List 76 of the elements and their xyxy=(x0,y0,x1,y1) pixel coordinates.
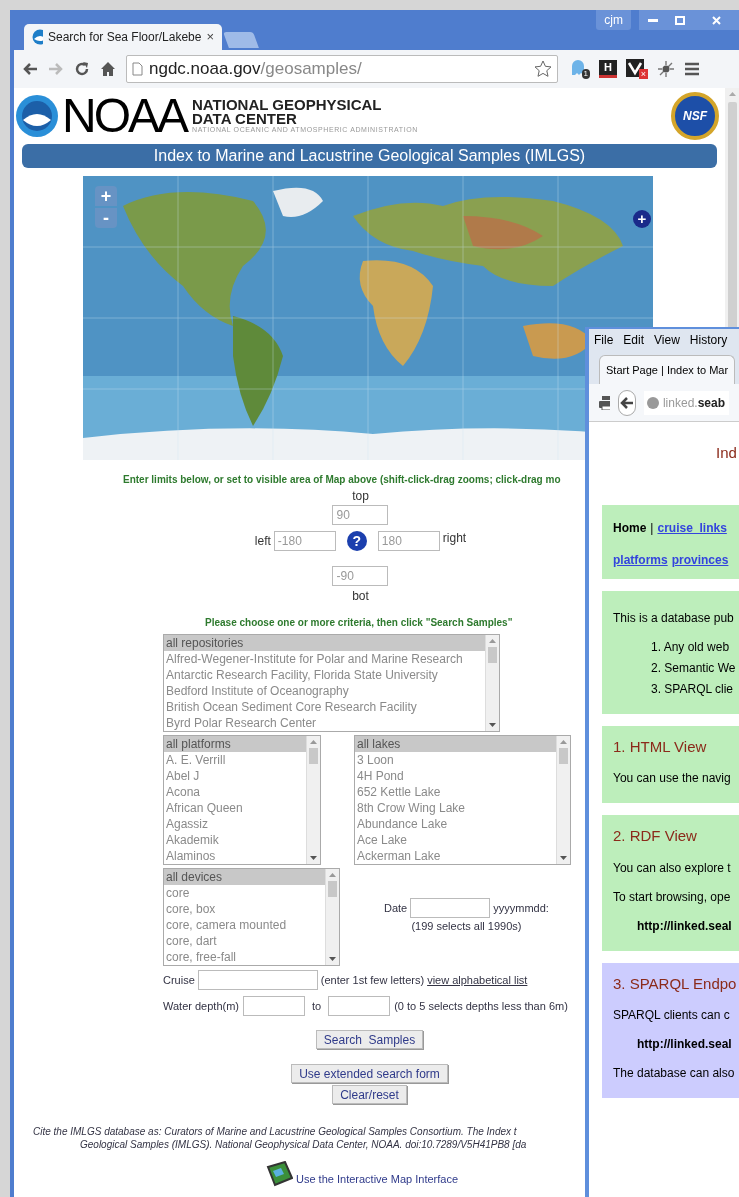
separator: | xyxy=(650,519,654,537)
browser-tab[interactable]: Search for Sea Floor/Lakebe × xyxy=(24,24,222,50)
address-bar[interactable]: linked.seab xyxy=(643,390,729,415)
citation-text: Cite the IMLGS database as: Curators of Marine and Lacustrine Geological Samples Consortium. The Index t Geological Samples (IMLGS). National Geophysical Data Center, NOAA. doi:10.7289/V5H41PB8 [da xyxy=(33,1125,528,1151)
search-button[interactable]: Search Samples xyxy=(315,1030,424,1049)
section-text: To start browsing, ope xyxy=(613,888,732,906)
extension-icon[interactable]: H xyxy=(599,60,617,78)
reset-button[interactable]: Clear/reset xyxy=(332,1085,407,1104)
section-text: SPARQL clients can c xyxy=(613,1007,731,1024)
section-text: You can also explore t xyxy=(613,859,732,877)
help-icon[interactable]: ? xyxy=(346,531,367,551)
url-text: linked.seab xyxy=(662,394,725,412)
nsf-seal: NSF xyxy=(671,92,719,140)
section-text: The database can also xyxy=(613,1065,736,1082)
water-depth-label: Water depth(m) xyxy=(163,998,239,1014)
org-name: DATA CENTER xyxy=(192,112,298,126)
bbox-hint: Enter limits below, or set to visible area of Map above (shift-click-drag zooms; click-drag mo xyxy=(123,473,561,487)
to-label: to xyxy=(312,998,322,1014)
nav-link[interactable]: provinces xyxy=(671,550,729,569)
menu-item[interactable]: Edit xyxy=(623,331,645,349)
menu-item[interactable]: File xyxy=(594,331,614,349)
right-label: right xyxy=(442,530,467,547)
list-item: 2. Semantic We xyxy=(651,659,737,677)
date-hint: (199 selects all 1990s) xyxy=(411,919,522,934)
water-depth-hint: (0 to 5 selects depths less than 6m) xyxy=(394,998,568,1014)
zoom-in-button[interactable]: + xyxy=(95,186,117,206)
nav-link[interactable]: platforms xyxy=(613,550,668,569)
section-heading: 2. RDF View xyxy=(613,826,698,846)
badge: 1 xyxy=(581,69,590,79)
interactive-map-link[interactable]: Use the Interactive Map Interface xyxy=(296,1170,459,1187)
section-heading: 1. HTML View xyxy=(613,736,708,757)
home-label: Home xyxy=(613,519,647,537)
list-item: 1. Any old web xyxy=(651,638,731,656)
criteria-hint: Please choose one or more criteria, then click "Search Samples" xyxy=(205,616,513,630)
tab-close[interactable]: × xyxy=(206,27,214,47)
endpoint-url: http://linked.seal xyxy=(637,917,733,935)
date-label: Date xyxy=(384,900,408,916)
nav-link[interactable]: cruise_links xyxy=(657,518,727,537)
list-item: 3. SPARQL clie xyxy=(651,680,735,698)
list-option[interactable]: all repositories xyxy=(164,635,485,651)
list-option[interactable]: all platforms xyxy=(164,736,306,752)
address-bar[interactable]: ngdc.noaa.gov/geosamples/ xyxy=(126,55,558,83)
cruise-hint: (enter 1st few letters) xyxy=(320,972,425,988)
date-format: yyyymmdd: xyxy=(493,900,549,916)
badge: × xyxy=(638,69,648,79)
page-heading: Ind xyxy=(716,443,738,463)
extended-search-button[interactable]: Use extended search form xyxy=(291,1064,448,1083)
left-label: left xyxy=(254,533,271,550)
endpoint-url: http://linked.seal xyxy=(637,1036,733,1053)
top-field[interactable]: 90 xyxy=(332,505,389,525)
list-box[interactable]: all lakes 3 Loon 4H Pond 652 Kettle Lake 8th Crow Wing Lake Abundance Lake Ace Lake Ackerman Lake xyxy=(354,735,571,865)
list-option[interactable]: all devices xyxy=(164,869,325,885)
left-field[interactable]: -180 xyxy=(273,531,336,551)
section-heading: 3. SPARQL Endpo xyxy=(613,973,738,994)
section-text: You can use the navig xyxy=(613,770,732,787)
section-text: This is a database pub xyxy=(613,609,735,627)
list-box[interactable]: all platforms A. E. Verrill Abel J Acona African Queen Agassiz Akademik Alaminos xyxy=(163,735,321,865)
menu-item[interactable]: View xyxy=(654,331,680,349)
right-field[interactable]: 180 xyxy=(377,531,440,551)
bottom-label: bot xyxy=(352,588,369,605)
ghost-extension[interactable]: 1 xyxy=(570,59,590,79)
zoom-out-button[interactable]: - xyxy=(95,208,117,228)
browser-tab[interactable]: Start Page | Index to Mar xyxy=(599,355,736,384)
page-banner: Index to Marine and Lacustrine Geological Samples (IMLGS) xyxy=(22,144,717,168)
tab-title: Search for Sea Floor/Lakebe xyxy=(48,29,202,46)
url-text: ngdc.noaa.gov/geosamples/ xyxy=(149,58,363,81)
cruise-label: Cruise xyxy=(163,972,195,988)
list-box[interactable]: all devices core core, box core, camera mounted core, dart core, free-fall xyxy=(163,868,340,966)
alphabetical-list-link[interactable]: view alphabetical list xyxy=(427,971,528,989)
top-label: top xyxy=(352,488,369,505)
org-name: NATIONAL GEOPHYSICAL xyxy=(192,98,383,112)
bottom-field[interactable]: -90 xyxy=(332,566,389,586)
menu-item[interactable]: History xyxy=(689,331,728,349)
profile-button[interactable]: cjm xyxy=(596,10,631,30)
noaa-logo-text: NOAA xyxy=(62,92,187,140)
list-option[interactable]: all lakes xyxy=(355,736,556,752)
